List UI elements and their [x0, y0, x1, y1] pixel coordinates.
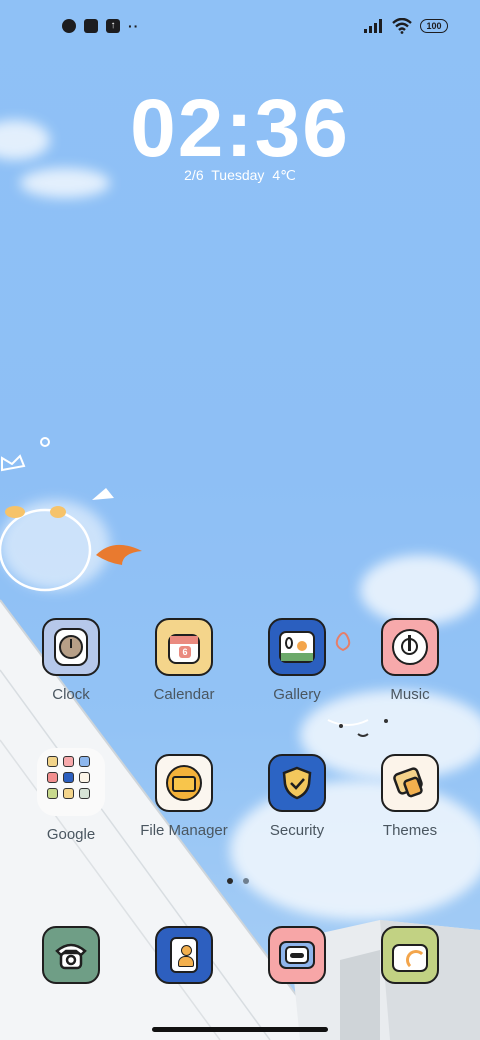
app-label: Gallery — [273, 686, 321, 703]
contacts-icon — [155, 926, 213, 984]
notification-face-icon — [62, 19, 76, 33]
dock-phone[interactable] — [21, 926, 121, 984]
calendar-icon: 6 — [155, 618, 213, 676]
music-icon — [381, 618, 439, 676]
app-music[interactable]: Music — [360, 618, 460, 703]
google-folder-icon — [37, 748, 105, 816]
app-label: File Manager — [140, 822, 228, 839]
page-dot-active — [227, 878, 233, 884]
battery-icon: 100 — [420, 19, 448, 33]
app-themes[interactable]: Themes — [360, 754, 460, 839]
phone-icon — [42, 926, 100, 984]
app-label: Themes — [382, 822, 438, 839]
signal-icon — [364, 19, 382, 33]
app-label: Calendar — [153, 686, 215, 703]
wifi-icon — [392, 18, 412, 34]
gallery-icon — [268, 618, 326, 676]
folder-icon — [155, 754, 213, 812]
status-bar: ↑ ·· 100 — [0, 14, 480, 42]
notification-upload-icon: ↑ — [106, 19, 120, 33]
dock-messages[interactable] — [247, 926, 347, 984]
date-weather-line[interactable]: 2/6 Tuesday 4℃ — [0, 167, 480, 184]
weekday: Tuesday — [211, 167, 265, 183]
date: 2/6 — [184, 167, 204, 183]
home-gesture-bar[interactable] — [152, 1027, 328, 1032]
clock-icon — [42, 618, 100, 676]
themes-icon — [381, 754, 439, 812]
app-label: Google — [46, 826, 96, 843]
page-dot — [243, 878, 249, 884]
camera-icon — [381, 926, 439, 984]
shield-icon — [268, 754, 326, 812]
notification-square-icon — [84, 19, 98, 33]
more-notifications-icon: ·· — [128, 18, 140, 34]
app-google-folder[interactable]: Google — [21, 748, 121, 843]
app-label: Security — [269, 822, 325, 839]
clock-time[interactable]: 02:36 — [0, 82, 480, 176]
dock-camera[interactable] — [360, 926, 460, 984]
app-label: Clock — [52, 686, 90, 703]
app-label: Music — [390, 686, 430, 703]
page-indicator — [227, 878, 249, 884]
app-gallery[interactable]: Gallery — [247, 618, 347, 703]
temperature: 4℃ — [272, 167, 296, 183]
app-security[interactable]: Security — [247, 754, 347, 839]
app-file-manager[interactable]: File Manager — [134, 754, 234, 839]
app-clock[interactable]: Clock — [21, 618, 121, 703]
dock-contacts[interactable] — [134, 926, 234, 984]
app-calendar[interactable]: 6 Calendar — [134, 618, 234, 703]
messages-icon — [268, 926, 326, 984]
